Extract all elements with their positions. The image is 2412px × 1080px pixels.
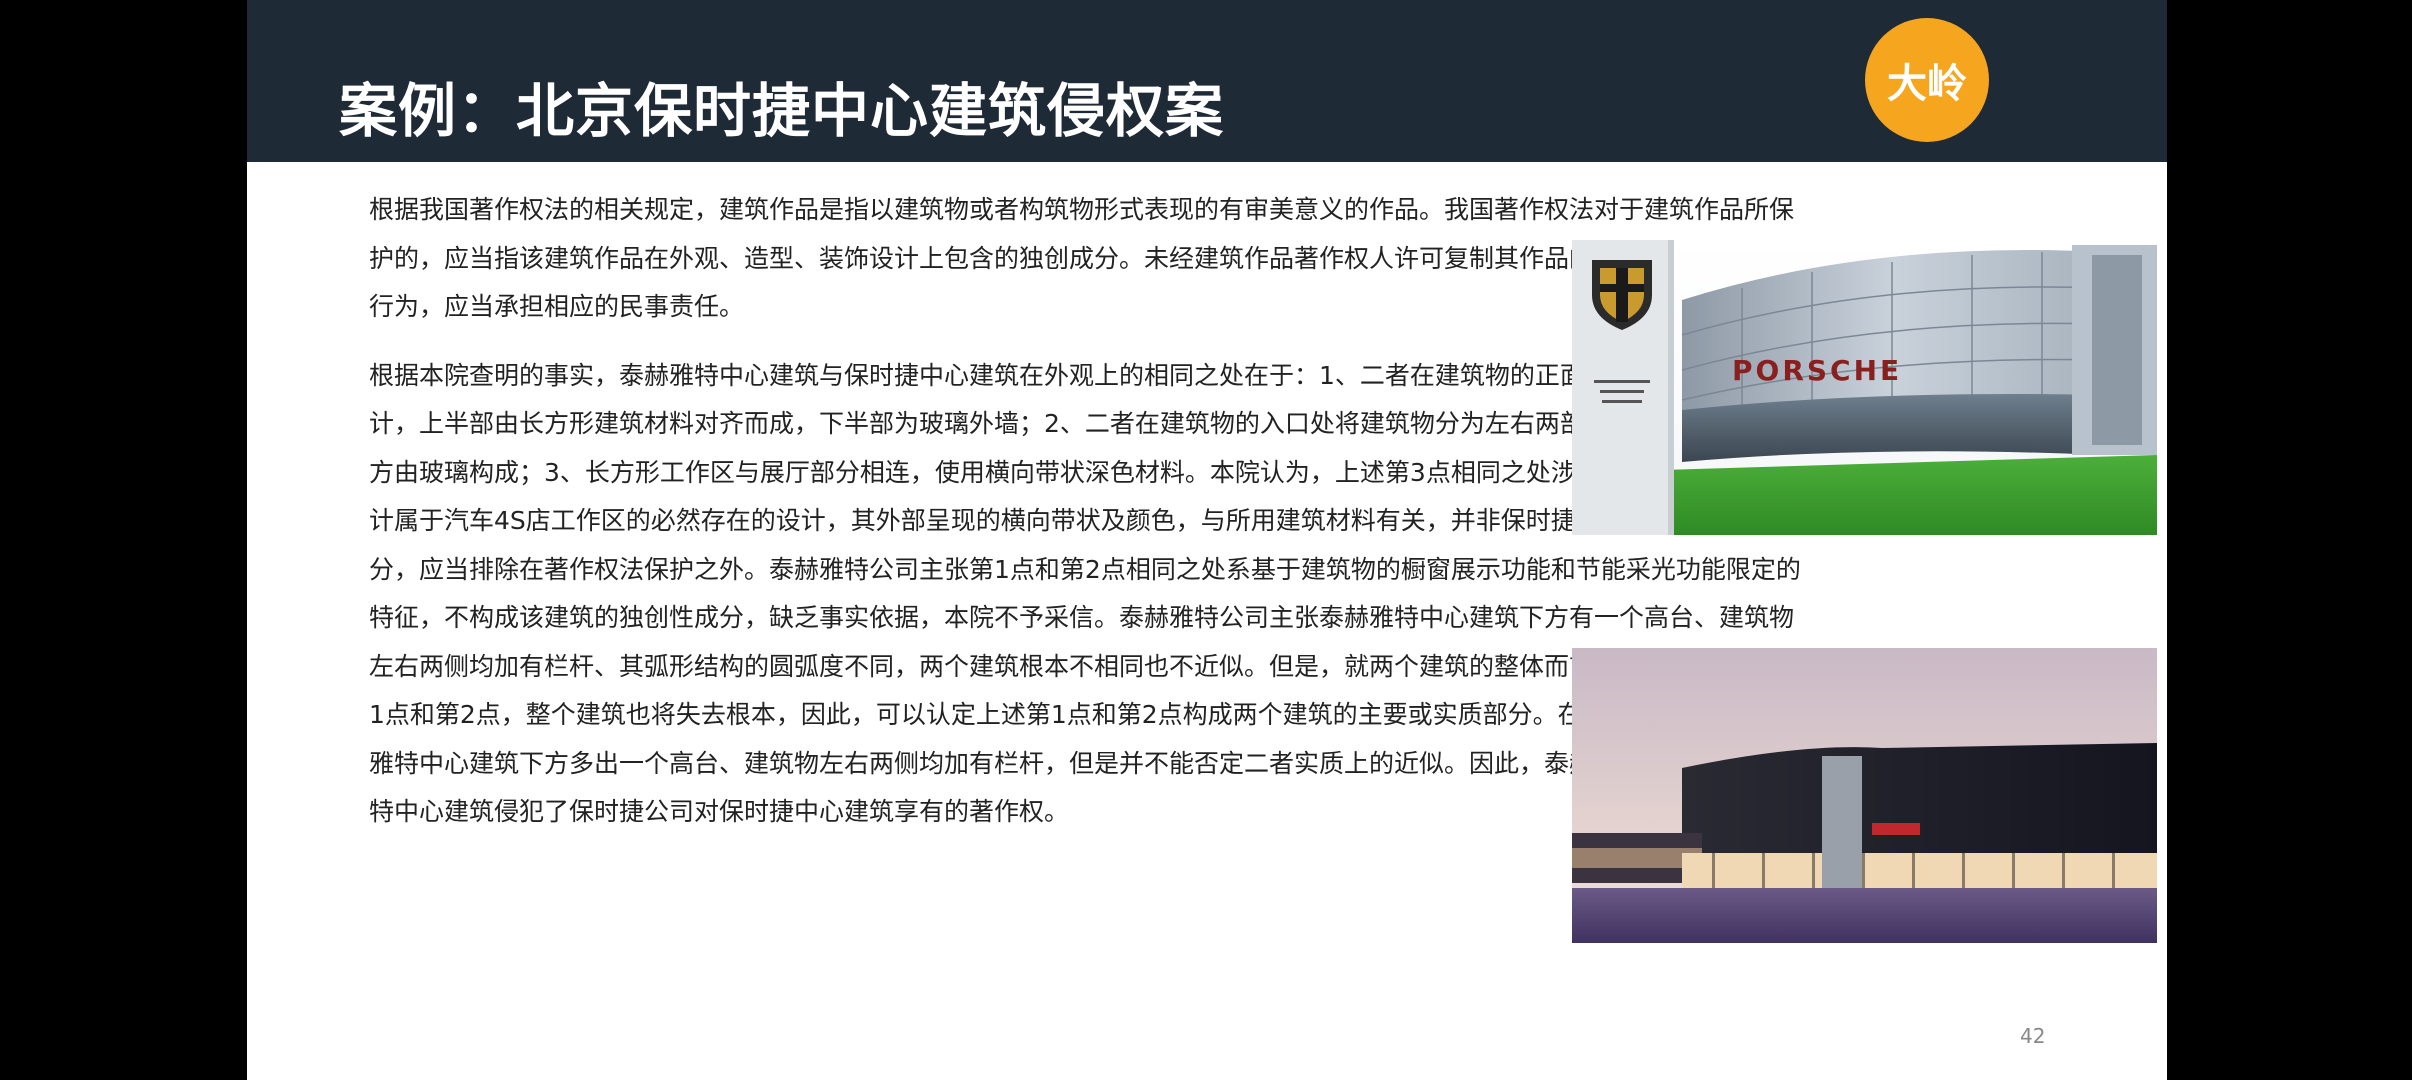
porsche-sign-text: PORSCHE	[1732, 354, 1902, 387]
taihe-yate-center-illustration	[1572, 648, 2157, 943]
logo-text: 大岭	[1887, 60, 1967, 107]
slide-title: 案例：北京保时捷中心建筑侵权案	[339, 77, 1225, 145]
porsche-center-photo: PORSCHE	[1572, 240, 2157, 535]
page-number: 42	[2020, 1024, 2046, 1048]
porsche-center-illustration: PORSCHE	[1572, 240, 2157, 535]
slide: 案例：北京保时捷中心建筑侵权案 大岭 根据我国著作权法的相关规定，建筑作品是指以…	[247, 0, 2167, 1080]
logo-badge: 大岭	[1865, 18, 1989, 142]
slide-header: 案例：北京保时捷中心建筑侵权案 大岭	[247, 0, 2167, 162]
taihe-yate-center-photo	[1572, 648, 2157, 943]
